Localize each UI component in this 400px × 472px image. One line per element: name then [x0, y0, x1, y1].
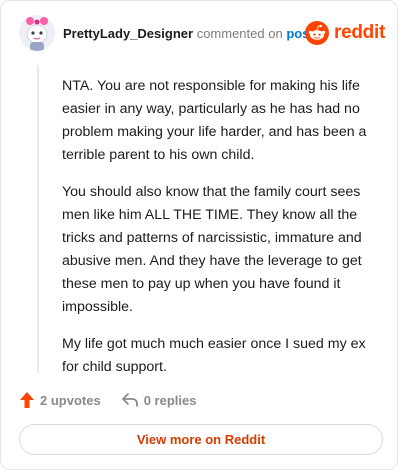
reply-button[interactable]: 0 replies — [121, 392, 197, 408]
thread-line — [37, 65, 39, 373]
view-more-button[interactable]: View more on Reddit — [19, 424, 383, 455]
reply-count: 0 replies — [143, 392, 197, 408]
comment-paragraph: You should also know that the family cou… — [62, 184, 362, 315]
comment-paragraph: NTA. You are not responsible for making … — [62, 78, 367, 163]
embedded-comment-card: PrettyLady_Designer commented on post re… — [0, 0, 398, 470]
upvote-arrow-icon — [20, 392, 34, 408]
comment-actions: 2 upvotes 0 replies — [19, 389, 196, 411]
upvote-button[interactable]: 2 upvotes — [19, 391, 101, 409]
reply-icon — [121, 393, 138, 407]
comment-body: NTA. You are not responsible for making … — [62, 75, 380, 393]
reddit-logo-icon — [305, 21, 330, 45]
comment-paragraph: My life got much much easier once I sued… — [62, 336, 366, 375]
commented-text: commented on — [196, 26, 283, 41]
reddit-wordmark: reddit — [334, 22, 385, 43]
byline: PrettyLady_Designer commented on post — [63, 26, 314, 41]
comment-header: PrettyLady_Designer commented on post re… — [19, 15, 389, 51]
avatar[interactable] — [19, 15, 55, 51]
upvote-count: 2 upvotes — [40, 392, 101, 408]
reddit-brand[interactable]: reddit — [305, 19, 385, 47]
username-link[interactable]: PrettyLady_Designer — [63, 26, 193, 41]
